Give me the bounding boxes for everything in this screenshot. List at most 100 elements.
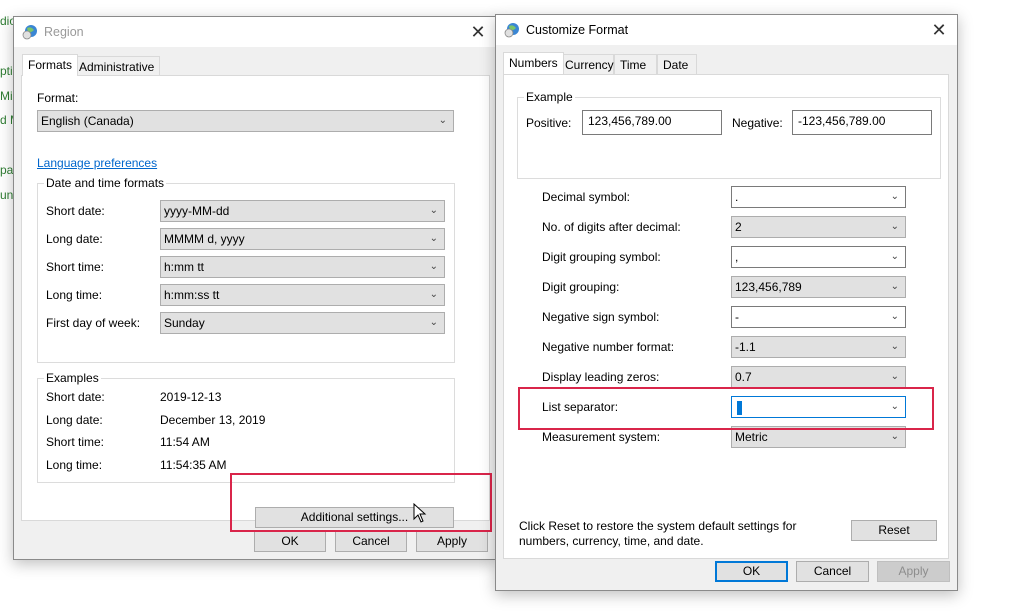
desktop-item-fragment: dio: [0, 14, 14, 28]
customize-titlebar[interactable]: Customize Format ✕: [496, 15, 957, 45]
digit-grouping-label: Digit grouping:: [542, 280, 620, 294]
format-label: Format:: [37, 91, 79, 105]
first-day-of-week-value: Sunday: [164, 316, 205, 330]
globe-clock-icon: [504, 23, 519, 38]
customize-apply-button[interactable]: Apply: [877, 561, 950, 582]
example-long-time-value: 11:54:35 AM: [160, 458, 227, 472]
reset-description-line1: Click Reset to restore the system defaul…: [519, 519, 797, 533]
tab-formats[interactable]: Formats: [22, 54, 79, 76]
negative-sign-symbol-label: Negative sign symbol:: [542, 310, 660, 324]
display-leading-zeros-value: 0.7: [735, 370, 752, 384]
measurement-system-select[interactable]: Metric ⌄: [731, 426, 906, 448]
chevron-down-icon: ⌄: [890, 401, 899, 412]
digit-grouping-select[interactable]: 123,456,789 ⌄: [731, 276, 906, 298]
short-time-value: h:mm tt: [164, 260, 205, 274]
chevron-down-icon: ⌄: [890, 431, 899, 442]
region-apply-button[interactable]: Apply: [416, 531, 488, 552]
region-close-button[interactable]: ✕: [468, 22, 488, 42]
first-day-of-week-label: First day of week:: [46, 316, 141, 330]
customize-ok-button[interactable]: OK: [715, 561, 788, 582]
negative-number-format-value: -1.1: [735, 340, 756, 354]
short-time-label: Short time:: [46, 260, 105, 274]
positive-example-field: 123,456,789.00: [582, 110, 722, 135]
long-date-value: MMMM d, yyyy: [164, 232, 245, 246]
region-dialog: Region ✕ Formats Administrative Format: …: [13, 16, 497, 560]
negative-label: Negative:: [732, 116, 783, 130]
example-short-date-value: 2019-12-13: [160, 390, 222, 404]
negative-number-format-select[interactable]: -1.1 ⌄: [731, 336, 906, 358]
long-date-select[interactable]: MMMM d, yyyy ⌄: [160, 228, 445, 250]
measurement-system-value: Metric: [735, 430, 768, 444]
list-separator-combo[interactable]: ⌄: [731, 396, 906, 418]
chevron-down-icon: ⌄: [438, 115, 447, 126]
negative-number-format-label: Negative number format:: [542, 340, 675, 354]
tab-time[interactable]: Time: [614, 54, 657, 74]
long-date-label: Long date:: [46, 232, 103, 246]
digits-after-decimal-select[interactable]: 2 ⌄: [731, 216, 906, 238]
tab-administrative[interactable]: Administrative: [73, 56, 161, 76]
chevron-down-icon: ⌄: [890, 311, 899, 322]
region-title: Region: [44, 25, 84, 39]
short-date-value: yyyy-MM-dd: [164, 204, 230, 218]
example-short-time-value: 11:54 AM: [160, 435, 210, 449]
example-short-time-label: Short time:: [46, 435, 105, 449]
reset-button[interactable]: Reset: [851, 520, 937, 541]
display-leading-zeros-select[interactable]: 0.7 ⌄: [731, 366, 906, 388]
region-ok-button[interactable]: OK: [254, 531, 326, 552]
region-titlebar[interactable]: Region ✕: [14, 17, 496, 47]
negative-sign-symbol-value: -: [735, 310, 739, 324]
desktop-item-fragment: Mic: [0, 89, 14, 103]
digit-grouping-value: 123,456,789: [735, 280, 802, 294]
chevron-down-icon: ⌄: [429, 233, 438, 244]
digit-grouping-symbol-value: ,: [735, 250, 739, 264]
chevron-down-icon: ⌄: [890, 221, 899, 232]
text-selection-caret: [737, 400, 742, 415]
date-time-formats-title: Date and time formats: [44, 176, 167, 190]
format-select[interactable]: English (Canada) ⌄: [37, 110, 454, 132]
chevron-down-icon: ⌄: [429, 317, 438, 328]
chevron-down-icon: ⌄: [429, 205, 438, 216]
customize-format-dialog: Customize Format ✕ Numbers Currency Time…: [495, 14, 958, 591]
first-day-of-week-select[interactable]: Sunday ⌄: [160, 312, 445, 334]
example-group: Example Positive: 123,456,789.00 Negativ…: [517, 90, 941, 179]
chevron-down-icon: ⌄: [429, 261, 438, 272]
long-time-select[interactable]: h:mm:ss tt ⌄: [160, 284, 445, 306]
desktop-item-fragment: un: [0, 188, 14, 202]
long-time-value: h:mm:ss tt: [164, 288, 220, 302]
negative-example-field: -123,456,789.00: [792, 110, 932, 135]
display-leading-zeros-label: Display leading zeros:: [542, 370, 660, 384]
tab-date[interactable]: Date: [657, 54, 697, 74]
long-time-label: Long time:: [46, 288, 103, 302]
tab-currency[interactable]: Currency: [559, 54, 614, 74]
chevron-down-icon: ⌄: [429, 289, 438, 300]
customize-title: Customize Format: [526, 23, 629, 37]
examples-group: Examples Short date: 2019-12-13 Long dat…: [37, 371, 455, 483]
chevron-down-icon: ⌄: [890, 281, 899, 292]
chevron-down-icon: ⌄: [890, 191, 899, 202]
digits-after-decimal-value: 2: [735, 220, 742, 234]
desktop-item-fragment: pac: [0, 163, 14, 177]
measurement-system-label: Measurement system:: [542, 430, 661, 444]
desktop-item-fragment: pti: [0, 64, 13, 78]
formats-panel: Format: English (Canada) ⌄ Language pref…: [21, 75, 490, 528]
short-date-select[interactable]: yyyy-MM-dd ⌄: [160, 200, 445, 222]
negative-sign-symbol-combo[interactable]: - ⌄: [731, 306, 906, 328]
customize-close-button[interactable]: ✕: [929, 20, 949, 40]
tab-numbers[interactable]: Numbers: [503, 52, 564, 74]
chevron-down-icon: ⌄: [890, 251, 899, 262]
decimal-symbol-value: .: [735, 190, 739, 204]
date-time-formats-group: Date and time formats Short date: yyyy-M…: [37, 176, 455, 363]
digits-after-decimal-label: No. of digits after decimal:: [542, 220, 681, 234]
language-preferences-link[interactable]: Language preferences: [37, 156, 157, 170]
region-cancel-button[interactable]: Cancel: [335, 531, 407, 552]
customize-cancel-button[interactable]: Cancel: [796, 561, 869, 582]
digit-grouping-symbol-combo[interactable]: , ⌄: [731, 246, 906, 268]
list-separator-label: List separator:: [542, 400, 619, 414]
example-short-date-label: Short date:: [46, 390, 105, 404]
chevron-down-icon: ⌄: [890, 371, 899, 382]
examples-title: Examples: [44, 371, 101, 385]
numbers-panel: Example Positive: 123,456,789.00 Negativ…: [503, 74, 949, 559]
desktop-item-fragment: d M: [0, 113, 14, 127]
short-time-select[interactable]: h:mm tt ⌄: [160, 256, 445, 278]
decimal-symbol-combo[interactable]: . ⌄: [731, 186, 906, 208]
